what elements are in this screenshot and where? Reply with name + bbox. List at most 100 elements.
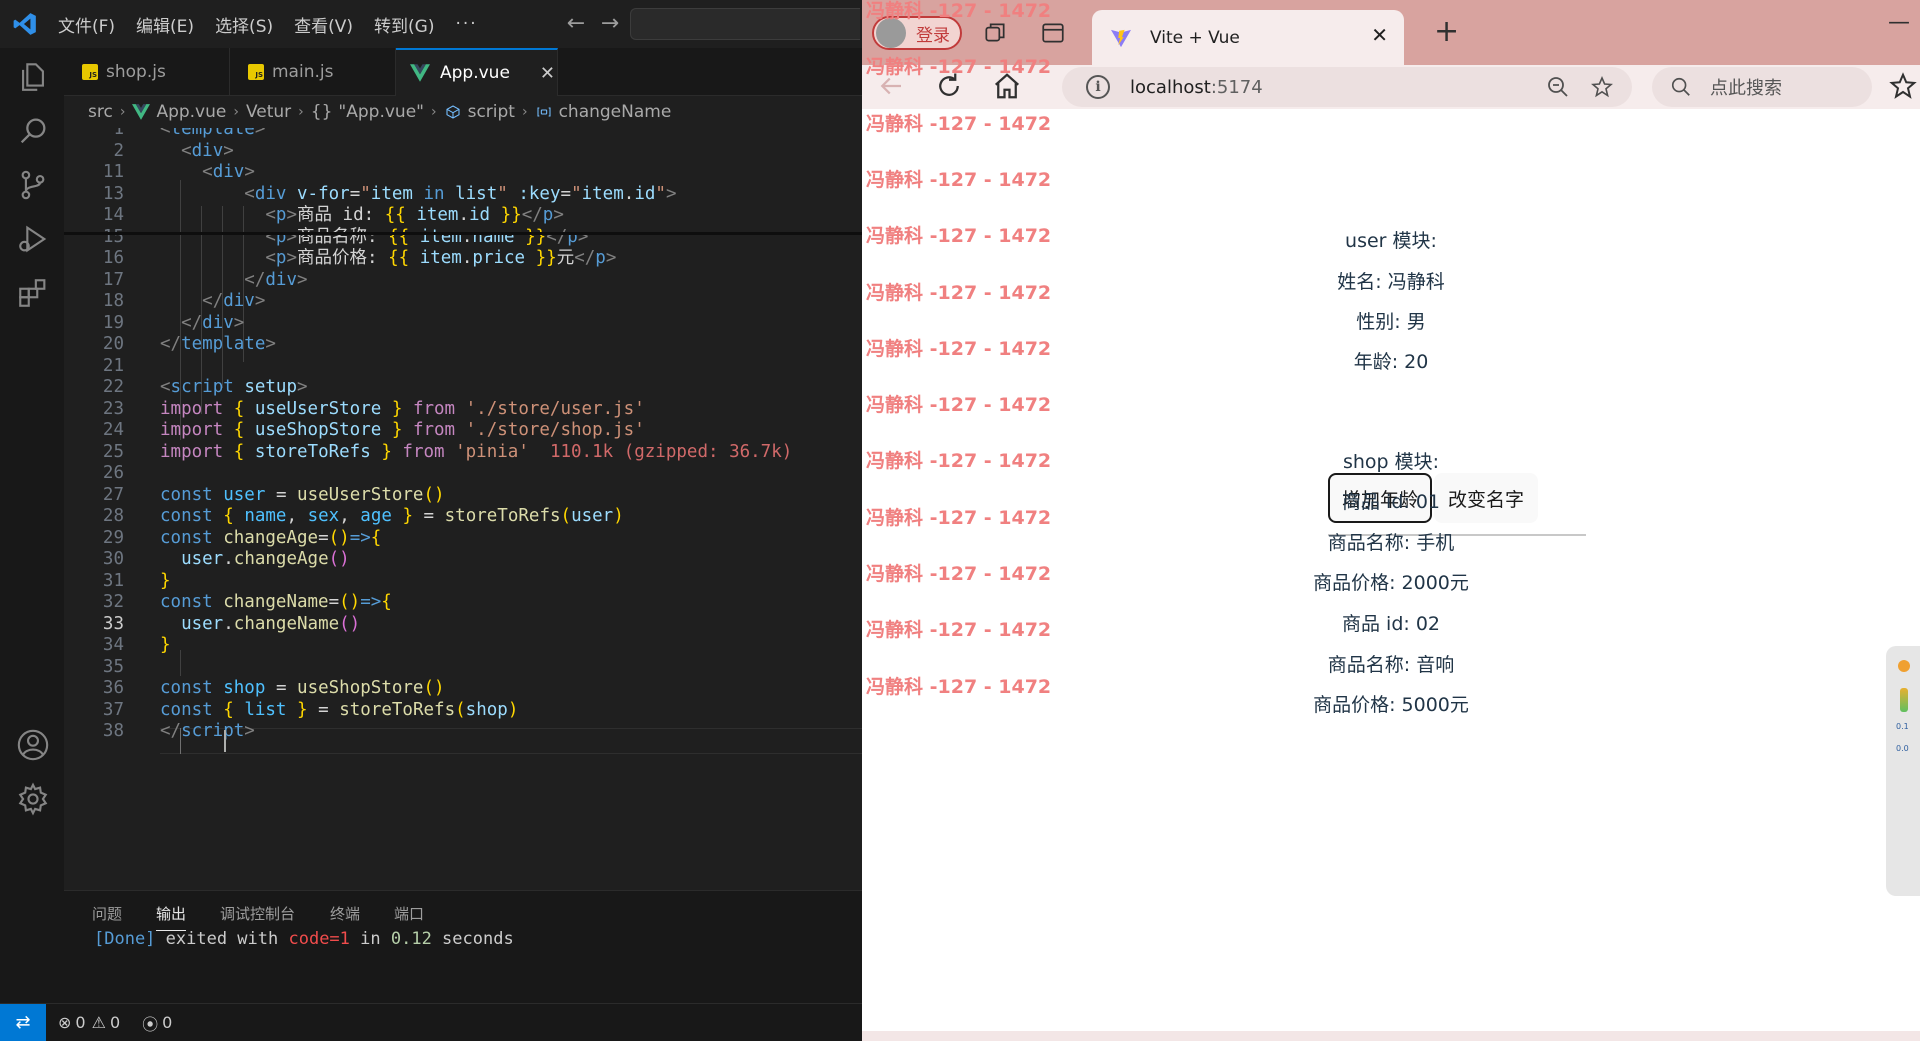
- ports-count: 0: [162, 1013, 173, 1032]
- accounts-icon[interactable]: [16, 728, 50, 762]
- extensions-icon[interactable]: [16, 276, 50, 310]
- window-bottom-edge: [862, 1031, 1920, 1041]
- browser-tab-active[interactable]: Vite + Vue ✕: [1092, 10, 1404, 65]
- item-name-text: 商品名称: 手机: [1327, 532, 1455, 554]
- breadcrumb-file[interactable]: App.vue: [156, 102, 226, 122]
- favorites-icon[interactable]: [1888, 71, 1918, 101]
- forward-arrow-icon[interactable]: →: [596, 10, 624, 38]
- run-debug-icon[interactable]: [16, 222, 50, 256]
- browser-window: 登录 Vite + Vue ✕ + — i localhost:5174 点此搜…: [862, 0, 1920, 1041]
- tab-label: App.vue: [440, 63, 510, 83]
- output-exit-code: code=1: [288, 929, 350, 949]
- chevron-right-icon: ›: [233, 104, 239, 120]
- output-message: exited with: [155, 929, 289, 949]
- search-icon: [1671, 77, 1690, 96]
- bottom-panel: 问题 输出 调试控制台 终端 端口 [Done] exited with cod…: [64, 890, 862, 1003]
- tab-close-icon[interactable]: ✕: [540, 63, 555, 84]
- watermark-text: 冯静科 -127 - 1472: [866, 0, 1052, 22]
- menu-file[interactable]: 文件(F): [58, 12, 115, 37]
- breadcrumb-symbol[interactable]: changeName: [559, 102, 672, 122]
- code-text: </script>: [160, 721, 255, 741]
- meter-down: 0.0: [1896, 744, 1909, 753]
- new-tab-icon[interactable]: +: [1434, 14, 1459, 49]
- tab-main-js[interactable]: JS main.js: [230, 48, 396, 96]
- meter-up: 0.1: [1896, 722, 1909, 731]
- line-number: 38: [102, 721, 124, 741]
- chevron-right-icon: ›: [521, 104, 528, 120]
- js-file-icon: JS: [248, 64, 264, 80]
- module-icon: [446, 105, 460, 119]
- notification-icon[interactable]: [1898, 660, 1910, 672]
- breadcrumb: src › App.vue › Vetur › {} "App.vue" › s…: [64, 96, 862, 128]
- memory-meter-icon: [1900, 688, 1908, 712]
- variable-icon: [537, 107, 551, 117]
- search-icon[interactable]: [16, 114, 50, 148]
- vscode-logo-icon: [13, 13, 36, 35]
- breadcrumb-script[interactable]: script: [468, 102, 515, 122]
- shop-module-heading: shop 模块:: [1342, 451, 1440, 473]
- output-in: in: [349, 929, 391, 949]
- activity-bar: [0, 48, 64, 1003]
- back-arrow-icon[interactable]: ←: [562, 10, 590, 38]
- command-center[interactable]: [630, 8, 860, 40]
- import-size-hint: 110.1k (gzipped: 36.7k): [549, 441, 793, 462]
- zoom-out-icon[interactable]: [1546, 75, 1570, 99]
- error-icon[interactable]: ⊗: [58, 1013, 71, 1032]
- panel-tab-terminal[interactable]: 终端: [330, 903, 360, 924]
- tab-app-vue[interactable]: App.vue ✕: [396, 48, 558, 96]
- remote-indicator-icon[interactable]: ⇄: [0, 1003, 46, 1041]
- output-done: [Done]: [94, 929, 156, 949]
- braces-icon: {}: [310, 102, 333, 122]
- page-viewport: 冯静科 -127 - 1472 冯静科 -127 - 1472 冯静科 -127 -…: [862, 0, 1920, 1031]
- tab-label: main.js: [272, 62, 334, 82]
- menu-go[interactable]: 转到(G): [374, 12, 434, 37]
- vscode-window: 文件(F) 编辑(E) 选择(S) 查看(V) 转到(G) ··· ← → JS…: [0, 0, 862, 1041]
- minimize-icon[interactable]: —: [1888, 10, 1910, 35]
- menu-more[interactable]: ···: [455, 14, 477, 34]
- item-id-text: 商品 id: 01: [1342, 491, 1440, 513]
- panel-tab-problems[interactable]: 问题: [92, 903, 122, 924]
- warning-count: 0: [109, 1013, 121, 1032]
- ports-icon[interactable]: ⦿: [142, 1011, 158, 1035]
- tab-shop-js[interactable]: JS shop.js: [64, 48, 230, 96]
- breadcrumb-src[interactable]: src: [88, 102, 113, 122]
- output-unit: seconds: [431, 929, 514, 949]
- url-text: localhost:5174: [1130, 77, 1263, 98]
- code-line[interactable]: 38 </script>: [64, 718, 862, 744]
- panel-tab-debug-console[interactable]: 调试控制台: [220, 903, 295, 924]
- site-info-icon[interactable]: i: [1086, 75, 1110, 99]
- tab-label: shop.js: [106, 62, 166, 82]
- collections-icon[interactable]: [982, 20, 1008, 46]
- address-bar[interactable]: i localhost:5174: [1062, 67, 1632, 107]
- search-box[interactable]: 点此搜索: [1652, 67, 1872, 107]
- tab-title: Vite + Vue: [1150, 27, 1240, 48]
- sticky-scroll-divider: [64, 232, 862, 235]
- item-id-text: 商品 id: 02: [1342, 613, 1440, 635]
- menu-view[interactable]: 查看(V): [294, 12, 353, 37]
- source-control-icon[interactable]: [16, 168, 50, 202]
- favorite-star-icon[interactable]: [1590, 75, 1614, 99]
- edge-sidebar-widget[interactable]: 0.1 0.0: [1886, 646, 1920, 896]
- menu-selection[interactable]: 选择(S): [215, 12, 273, 37]
- breadcrumb-vetur[interactable]: Vetur: [246, 102, 291, 122]
- close-tab-icon[interactable]: ✕: [1371, 23, 1388, 47]
- watermark-text: 冯静科 -127 - 1472: [866, 394, 1052, 417]
- panel-tab-ports[interactable]: 端口: [394, 903, 424, 924]
- settings-gear-icon[interactable]: [16, 782, 50, 816]
- vertical-tabs-icon[interactable]: [1040, 20, 1066, 46]
- code-editor[interactable]: 1 <template> 2 <div> 11 <div> 13 <div v-for=…: [64, 128, 862, 890]
- user-sex-text: 性别: 男: [1356, 311, 1426, 333]
- warning-icon[interactable]: ⚠: [92, 1013, 106, 1032]
- url-port: :5174: [1210, 76, 1263, 98]
- vue-file-icon: [132, 104, 151, 120]
- chevron-right-icon: ›: [430, 104, 437, 120]
- editor-tab-bar: JS shop.js JS main.js App.vue ✕: [64, 48, 862, 96]
- panel-tab-output[interactable]: 输出: [156, 903, 187, 931]
- chevron-right-icon: ›: [298, 104, 304, 120]
- explorer-icon[interactable]: [16, 60, 50, 94]
- chevron-right-icon: ›: [119, 104, 126, 120]
- menu-edit[interactable]: 编辑(E): [136, 12, 194, 37]
- js-file-icon: JS: [82, 64, 98, 80]
- user-module-heading: user 模块:: [1345, 230, 1437, 252]
- breadcrumb-scope[interactable]: "App.vue": [338, 102, 424, 122]
